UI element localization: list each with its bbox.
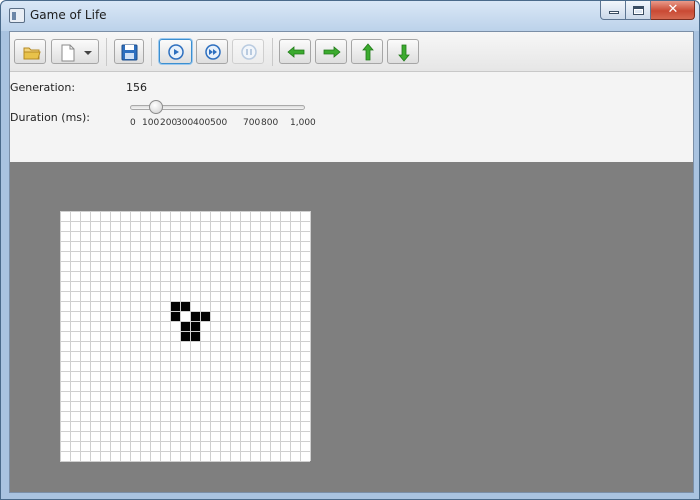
toolbar-separator [151,38,152,66]
tick-label-400: 400 [193,118,211,128]
toolbar-separator [106,38,107,66]
folder-icon [23,47,41,60]
arrow-down-icon [398,44,410,62]
minimize-icon [609,11,619,14]
duration-slider-thumb[interactable] [149,100,163,114]
life-grid[interactable] [60,211,311,462]
live-cell[interactable] [180,301,190,311]
pause-circle-icon [241,44,257,60]
tick-label-1000: 1,000 [290,118,316,128]
move-left-button[interactable] [279,39,311,64]
window-controls: ✕ [600,1,695,21]
play-circle-icon [168,44,184,60]
move-up-button[interactable] [351,39,383,64]
generation-value: 156 [126,81,147,94]
tick-label-100: 100 [142,118,160,128]
live-cell[interactable] [190,331,200,341]
toolbar [10,32,693,72]
live-cell[interactable] [170,301,180,311]
close-button[interactable]: ✕ [651,1,695,20]
generation-label: Generation: [10,81,76,94]
move-down-button[interactable] [387,39,419,64]
minimize-button[interactable] [600,1,626,20]
live-cell[interactable] [180,321,190,331]
tick-label-700: 700 [243,118,261,128]
app-icon [9,8,25,23]
duration-label: Duration (ms): [10,111,91,124]
board-area [10,162,693,492]
live-cell[interactable] [170,311,180,321]
play-button[interactable] [159,39,192,64]
maximize-button[interactable] [626,1,651,20]
title-bar[interactable]: Game of Life ✕ [1,1,699,31]
save-button[interactable] [114,39,144,64]
floppy-disk-icon [121,44,138,61]
move-right-button[interactable] [315,39,347,64]
arrow-left-icon [287,46,305,58]
live-cell[interactable] [180,331,190,341]
fast-forward-button[interactable] [196,39,228,64]
open-button[interactable] [14,39,46,64]
tick-label-200: 200 [160,118,178,128]
new-pattern-dropdown-button[interactable] [51,39,99,64]
new-document-icon [61,44,92,62]
tick-label-800: 800 [261,118,279,128]
fast-forward-circle-icon [205,44,221,60]
toolbar-separator [272,38,273,66]
window-title: Game of Life [30,8,107,22]
tick-label-500: 500 [210,118,228,128]
tick-label-0: 0 [130,118,136,128]
maximize-icon [633,6,644,15]
live-cell[interactable] [200,311,210,321]
app-window: Game of Life ✕ Generation: 156 Duration … [0,0,700,500]
live-cell[interactable] [190,311,200,321]
close-icon: ✕ [667,2,679,17]
arrow-up-icon [362,43,374,61]
tick-label-300: 300 [176,118,194,128]
client-area: Generation: 156 Duration (ms): 0 100 200… [9,31,694,493]
pause-button[interactable] [232,39,264,64]
arrow-right-icon [323,46,341,58]
chevron-down-icon [84,51,92,55]
live-cell[interactable] [190,321,200,331]
